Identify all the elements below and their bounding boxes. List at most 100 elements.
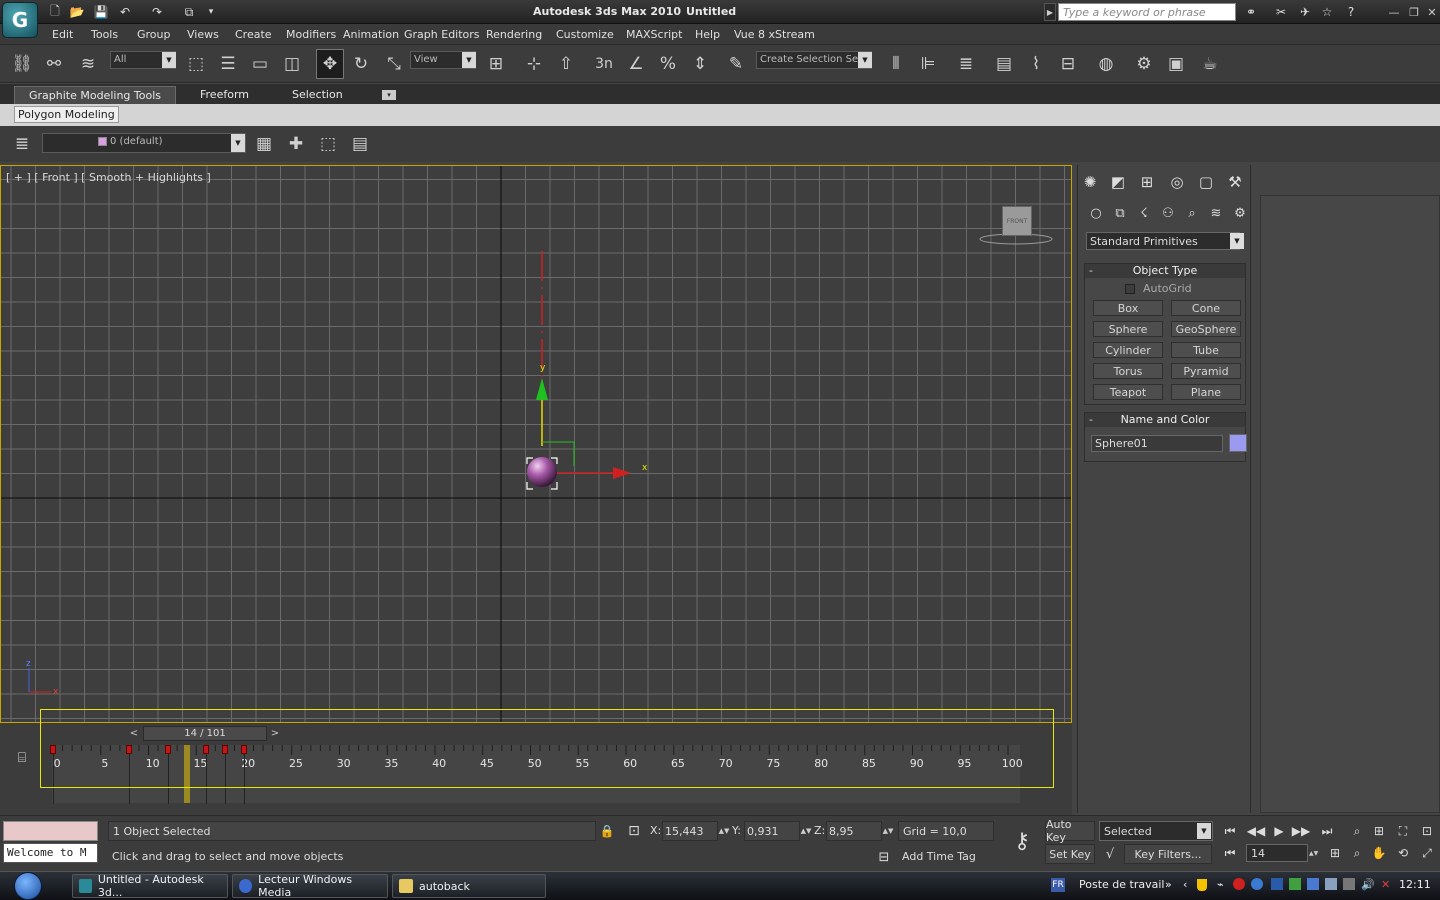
select-by-name-icon[interactable]: ☰ — [214, 49, 242, 79]
menu-views[interactable]: Views — [187, 28, 219, 41]
viewport-label[interactable]: [ + ] [ Front ] [ Smooth + Highlights ] — [6, 171, 211, 184]
remove-hardware-icon[interactable]: ✕ — [1381, 878, 1390, 891]
menu-modifiers[interactable]: Modifiers — [286, 28, 336, 41]
search-expand-icon[interactable]: ▶ — [1044, 3, 1056, 21]
geosphere-button[interactable]: GeoSphere — [1171, 321, 1241, 337]
x-spinner-icon[interactable]: ▲▼ — [719, 821, 730, 841]
zoom-extents-all-icon[interactable]: ⊡ — [1416, 821, 1438, 841]
help-icon[interactable]: ? — [1340, 3, 1362, 21]
messenger-icon[interactable] — [1307, 878, 1319, 890]
autogrid-checkbox[interactable] — [1125, 284, 1135, 294]
z-coord-field[interactable]: 8,95 — [826, 821, 882, 841]
cameras-icon[interactable]: ⚇ — [1158, 203, 1178, 223]
render-setup-icon[interactable]: ⚙ — [1130, 49, 1158, 79]
select-in-layer-icon[interactable]: ⬚ — [314, 129, 342, 159]
box-button[interactable]: Box — [1093, 300, 1163, 316]
maxscript-listener-pink[interactable] — [3, 821, 98, 841]
frame-spinner-icon[interactable]: ▲▼ — [1309, 845, 1319, 861]
torus-button[interactable]: Torus — [1093, 363, 1163, 379]
updates-icon[interactable] — [1289, 878, 1301, 890]
helpers-icon[interactable]: ⌕ — [1182, 203, 1202, 223]
named-selection-dropdown[interactable]: Create Selection Se — [756, 51, 872, 69]
snaps-toggle-icon[interactable]: 3n — [590, 49, 618, 79]
key-mode-toggle-icon[interactable]: ⏮ — [1219, 843, 1241, 863]
cone-button[interactable]: Cone — [1171, 300, 1241, 316]
chevron-down-icon[interactable]: ▼ — [162, 52, 176, 68]
app-tray-icon[interactable] — [1251, 878, 1263, 890]
create-layer-icon[interactable]: ▦ — [250, 129, 278, 159]
modify-tab-icon[interactable]: ◩ — [1106, 170, 1130, 194]
menu-help[interactable]: Help — [695, 28, 720, 41]
network-icon[interactable]: ⌁ — [1217, 878, 1224, 891]
task-3dsmax[interactable]: Untitled - Autodesk 3d... — [72, 873, 228, 899]
menu-edit[interactable]: Edit — [52, 28, 73, 41]
cylinder-button[interactable]: Cylinder — [1093, 342, 1163, 358]
chevron-down-icon[interactable]: ▼ — [462, 52, 476, 68]
teapot-button[interactable]: Teapot — [1093, 384, 1163, 400]
set-current-layer-icon[interactable]: ▤ — [346, 129, 374, 159]
display-icon[interactable] — [1325, 878, 1337, 890]
menu-create[interactable]: Create — [235, 28, 272, 41]
communication-icon[interactable]: ✈ — [1294, 3, 1316, 21]
time-configuration-icon[interactable]: ⊞ — [1324, 843, 1346, 863]
z-spinner-icon[interactable]: ▲▼ — [883, 821, 894, 841]
tab-freeform[interactable]: Freeform — [192, 86, 257, 104]
pyramid-button[interactable]: Pyramid — [1171, 363, 1241, 379]
spinner-snap-icon[interactable]: ⇕ — [686, 49, 714, 79]
menu-graph-editors[interactable]: Graph Editors — [404, 28, 480, 41]
menu-maxscript[interactable]: MAXScript — [626, 28, 682, 41]
power-icon[interactable] — [1343, 878, 1355, 890]
binoculars-icon[interactable]: ⚭ — [1240, 3, 1262, 21]
link-icon[interactable]: ⛓ — [8, 49, 36, 79]
layer-manager-icon[interactable]: ≣ — [8, 129, 36, 159]
graphite-toggle-icon[interactable]: ▤ — [990, 49, 1018, 79]
next-key-icon[interactable]: ▶▶ — [1290, 821, 1312, 841]
clock[interactable]: 12:11 — [1399, 878, 1431, 891]
tube-button[interactable]: Tube — [1171, 342, 1241, 358]
add-to-layer-icon[interactable]: ✚ — [282, 129, 310, 159]
systems-icon[interactable]: ⚙ — [1230, 203, 1250, 223]
menu-tools[interactable]: Tools — [91, 28, 118, 41]
auto-key-button[interactable]: Auto Key — [1045, 818, 1095, 844]
task-windows-media[interactable]: Lecteur Windows Media — [232, 873, 388, 899]
menu-customize[interactable]: Customize — [556, 28, 614, 41]
zoom-region-icon[interactable]: ⌕ — [1346, 843, 1368, 863]
angle-snap-icon[interactable]: ∠ — [622, 49, 650, 79]
zoom-icon[interactable]: ⌕ — [1346, 821, 1368, 841]
tab-graphite-modeling-tools[interactable]: Graphite Modeling Tools — [14, 86, 176, 104]
front-viewport[interactable]: y x z x [ + ] [ Front ] [ Smooth + Highl… — [0, 165, 1072, 723]
percent-snap-icon[interactable]: % — [654, 49, 682, 79]
project-folder-icon[interactable]: ⧉ — [180, 3, 198, 21]
chevron-down-icon[interactable]: ▼ — [858, 52, 872, 68]
lights-icon[interactable]: ☇ — [1134, 203, 1154, 223]
zoom-extents-icon[interactable]: ⛶ — [1392, 821, 1414, 841]
default-tangents-icon[interactable]: √ — [1099, 844, 1121, 864]
redo-icon[interactable]: ↷ — [148, 3, 166, 21]
new-file-icon[interactable]: 🗋 — [46, 3, 64, 21]
x-coord-field[interactable]: 15,443 — [662, 821, 718, 841]
layer-manager-icon[interactable]: ≣ — [952, 49, 980, 79]
mini-curve-editor-icon[interactable]: ⌸ — [10, 748, 34, 768]
key-selection-dropdown[interactable]: Selected — [1099, 821, 1213, 841]
undo-icon[interactable]: ↶ — [116, 3, 134, 21]
play-icon[interactable]: ▶ — [1268, 821, 1290, 841]
app-logo-icon[interactable]: G — [2, 2, 38, 38]
curve-editor-icon[interactable]: ⌇ — [1022, 49, 1050, 79]
bind-spacewarp-icon[interactable]: ≋ — [74, 49, 102, 79]
task-autoback-folder[interactable]: autoback — [392, 874, 546, 898]
quick-access-dropdown-icon[interactable]: ▾ — [202, 3, 220, 21]
ribbon-options-icon[interactable]: ▾ — [382, 90, 396, 100]
y-coord-field[interactable]: 0,931 — [744, 821, 800, 841]
pivot-center-icon[interactable]: ⊞ — [482, 49, 510, 79]
object-type-header[interactable]: - Object Type — [1085, 264, 1245, 278]
menu-animation[interactable]: Animation — [343, 28, 399, 41]
rendered-frame-icon[interactable]: ▣ — [1162, 49, 1190, 79]
chevron-down-icon[interactable]: ▼ — [231, 134, 245, 152]
unlink-icon[interactable]: ⚯ — [40, 49, 68, 79]
rectangular-selection-icon[interactable]: ▭ — [246, 49, 274, 79]
mirror-icon[interactable]: ⫴ — [882, 49, 910, 79]
object-name-input[interactable]: Sphere01 — [1091, 435, 1223, 452]
render-teapot-icon[interactable]: ☕ — [1196, 49, 1224, 79]
maxscript-mini-listener[interactable]: Welcome to M — [3, 843, 98, 863]
antivirus-icon[interactable] — [1233, 878, 1245, 890]
